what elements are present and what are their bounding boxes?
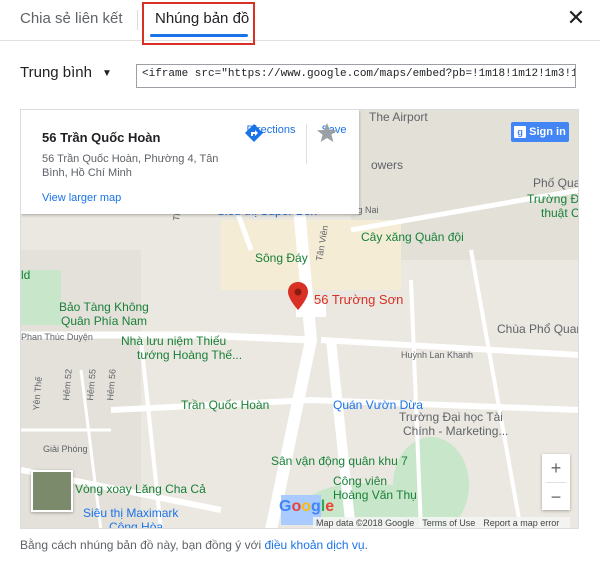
map-label-truong-dai-hoc-1: Trường Đại học Tài [399, 410, 503, 424]
terms-link[interactable]: Terms of Use [422, 518, 475, 528]
highlight-box [142, 2, 255, 45]
map-street-huynh-lan-khanh: Huỳnh Lan Khanh [401, 350, 474, 360]
google-g-icon: g [514, 126, 527, 139]
place-address: 56 Trần Quốc Hoàn, Phường 4, Tân Bình, H… [42, 153, 219, 179]
zoom-control: + − [542, 454, 570, 510]
map-label-ld: ld [21, 268, 31, 282]
map-label-pho-quang: Phố Quang [533, 176, 578, 190]
map-label-cay-xang: Cây xăng Quân đội [361, 230, 464, 244]
tab-share-link[interactable]: Chia sẻ liên kết [20, 10, 123, 27]
map-attribution: Map data ©2018 Google Terms of Use Report … [313, 517, 571, 528]
map-label-bao-tang-1: Bảo Tàng Không [59, 300, 149, 314]
map-label-nha-luu-niem-1: Nhà lưu niệm Thiếu [121, 334, 227, 348]
map-label-cong-vien-1: Công viên [333, 474, 388, 488]
map-label-maximark-1: Siêu thị Maximark [83, 506, 179, 520]
map-label-song-day: Sông Đáy [255, 251, 308, 265]
zoom-out-button[interactable]: − [542, 483, 570, 511]
map-view[interactable]: The Airport owers Phố Quang Trường Đạ th… [20, 109, 579, 529]
directions-icon [245, 124, 263, 142]
sign-in-button[interactable]: g Sign in [511, 122, 569, 142]
zoom-in-button[interactable]: + [542, 454, 570, 482]
map-label-maximark-2: Cộng Hòa [109, 520, 164, 529]
map-label-truong-dai: Trường Đạ [527, 192, 579, 206]
save-button[interactable]: Save [316, 122, 352, 142]
map-street-giai-phong: Giải Phóng [43, 444, 88, 454]
card-divider [306, 124, 307, 164]
map-label-vong-xoay: Vòng xoay Lăng Cha Cả [75, 482, 206, 496]
map-label-towers: owers [371, 158, 404, 172]
google-logo: Google [279, 498, 335, 515]
terms-of-service-link[interactable]: điều khoản dịch vụ [265, 538, 365, 552]
footer-text: Bằng cách nhúng bản đồ này, bạn đồng ý v… [20, 538, 265, 552]
view-larger-map-link[interactable]: View larger map [42, 192, 121, 204]
map-label-airport: The Airport [369, 110, 428, 124]
satellite-toggle[interactable] [31, 470, 73, 512]
map-label-chua-pho-quang: Chùa Phổ Quan [497, 322, 579, 336]
map-label-truong-dai-hoc-2: Chính - Marketing... [403, 424, 509, 438]
tab-bar: Chia sẻ liên kết Nhúng bản đồ [0, 0, 600, 45]
footer-end: . [364, 538, 368, 552]
map-pin-icon[interactable] [288, 282, 308, 310]
close-icon[interactable]: ✕ [566, 7, 586, 29]
embed-code-field[interactable]: <iframe src="https://www.google.com/maps… [136, 64, 576, 88]
pin-label: 56 Trường Sơn [314, 292, 404, 307]
map-label-thuat: thuật C [541, 206, 579, 220]
size-dropdown[interactable]: Trung bình ▼ [20, 64, 112, 81]
tab-separator [137, 10, 138, 30]
map-street-phan-thuc-duyen: Phan Thúc Duyện [21, 332, 93, 342]
place-title: 56 Trần Quốc Hoàn [42, 130, 161, 145]
size-dropdown-value: Trung bình [20, 64, 92, 81]
map-data-text: Map data ©2018 Google [316, 518, 415, 528]
map-label-san-van-dong: Sân vận động quân khu 7 [271, 454, 408, 468]
directions-button[interactable]: Directions [243, 122, 299, 142]
report-error-link[interactable]: Report a map error [483, 518, 559, 528]
map-label-nha-luu-niem-2: tướng Hoàng Thế... [137, 348, 243, 362]
map-label-cong-vien-2: Hoàng Văn Thụ [333, 488, 417, 502]
footer-notice: Bằng cách nhúng bản đồ này, bạn đồng ý v… [20, 538, 368, 552]
map-label-tran-quoc-hoan: Trần Quốc Hoàn [181, 398, 270, 412]
star-icon [317, 123, 337, 142]
place-info-card: 56 Trần Quốc Hoàn 56 Trần Quốc Hoàn, Phư… [21, 110, 359, 214]
chevron-down-icon: ▼ [102, 67, 112, 79]
map-label-bao-tang-2: Quân Phía Nam [61, 314, 148, 328]
sign-in-label: Sign in [529, 126, 566, 138]
